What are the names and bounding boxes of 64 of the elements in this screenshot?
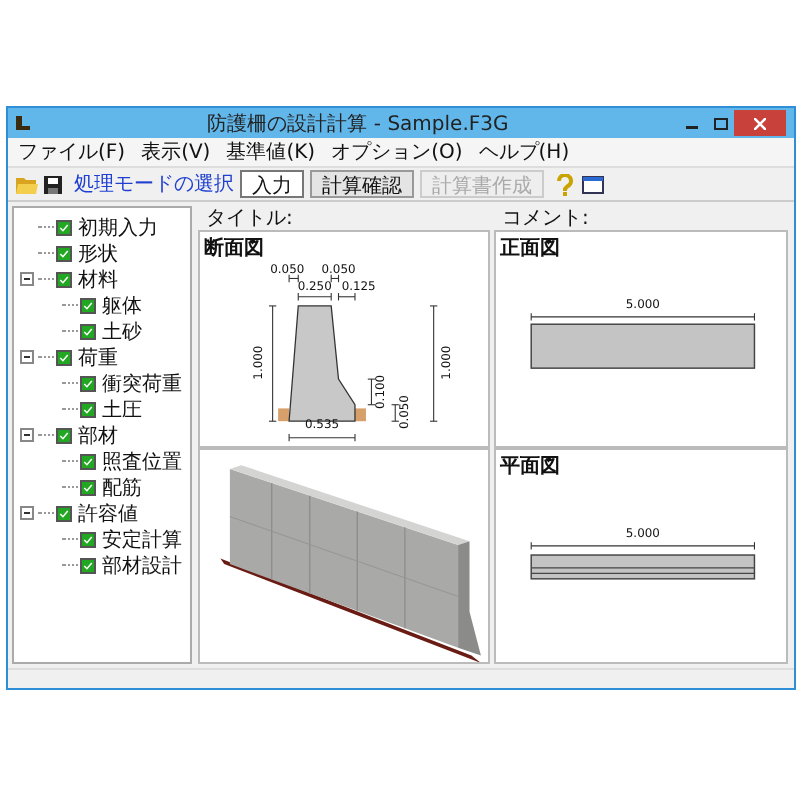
dimension-line	[268, 305, 277, 422]
tree-item[interactable]: 材料	[78, 265, 118, 293]
window-icon[interactable]	[582, 175, 604, 193]
tree-item[interactable]: 躯体	[102, 291, 142, 319]
tree-item[interactable]: 形状	[78, 239, 118, 267]
tree-item[interactable]: 許容値	[78, 499, 138, 527]
tree-item[interactable]: 配筋	[102, 473, 142, 501]
menu-item[interactable]: オプション(O)	[325, 138, 469, 166]
app-icon	[14, 114, 32, 132]
tree-item[interactable]: 部材設計	[102, 551, 182, 579]
view-title: 正面図	[498, 236, 562, 262]
tree-item[interactable]: 初期入力	[78, 213, 158, 241]
tree-item[interactable]: 衝突荷重	[102, 369, 182, 397]
view-title: 断面図	[202, 235, 266, 262]
maximize-icon	[713, 117, 727, 129]
menu-item[interactable]: 基準値(K)	[220, 138, 322, 166]
collapse-icon[interactable]	[20, 506, 34, 520]
checkbox[interactable]	[80, 479, 96, 495]
mode-button[interactable]: 計算確認	[310, 170, 414, 198]
tree-item[interactable]: 土圧	[102, 395, 142, 423]
dimension-line	[429, 305, 438, 422]
dimension-line	[288, 433, 356, 442]
dimension-line	[330, 274, 340, 283]
tree-item[interactable]: 土砂	[102, 317, 142, 345]
menu-item[interactable]: ヘルプ(H)	[472, 138, 576, 166]
comment-label: コメント:	[500, 205, 591, 231]
soil-block	[278, 408, 290, 422]
dimension-line	[367, 378, 376, 406]
collapse-icon[interactable]	[20, 350, 34, 364]
checkbox[interactable]	[56, 427, 72, 443]
checkbox[interactable]	[56, 349, 72, 365]
checkbox[interactable]	[80, 375, 96, 391]
close-button[interactable]	[734, 110, 786, 136]
save-icon[interactable]	[44, 175, 62, 193]
checkbox[interactable]	[80, 297, 96, 313]
checkbox[interactable]	[56, 245, 72, 261]
collapse-icon[interactable]	[20, 428, 34, 442]
dimension-line	[391, 404, 400, 422]
tree-item[interactable]: 荷重	[78, 343, 118, 371]
tree-item[interactable]: 照査位置	[102, 447, 182, 475]
tree-item[interactable]: 安定計算	[102, 525, 182, 553]
title-label: タイトル:	[204, 205, 295, 231]
checkbox[interactable]	[80, 401, 96, 417]
dimension-line	[337, 292, 356, 301]
soil-block	[355, 408, 366, 422]
dimension-line	[288, 274, 299, 283]
checkbox[interactable]	[56, 219, 72, 235]
checkbox[interactable]	[56, 505, 72, 521]
collapse-icon[interactable]	[20, 272, 34, 286]
checkbox[interactable]	[80, 531, 96, 547]
close-icon	[754, 117, 766, 129]
checkbox[interactable]	[80, 453, 96, 469]
wall-section-shape	[288, 305, 356, 422]
mode-label: 処理モードの選択	[74, 172, 234, 198]
window-title: 防護柵の設計計算 - Sample.F3G	[205, 111, 511, 137]
mode-button[interactable]: 入力	[240, 170, 304, 198]
tree-item[interactable]: 部材	[78, 421, 118, 449]
view-title: 平面図	[498, 453, 562, 479]
menu-item[interactable]: ファイル(F)	[12, 138, 132, 166]
checkbox[interactable]	[80, 557, 96, 573]
menu-item[interactable]: 表示(V)	[135, 138, 217, 166]
checkbox[interactable]	[56, 271, 72, 287]
checkbox[interactable]	[80, 323, 96, 339]
dimension-line	[297, 292, 332, 301]
